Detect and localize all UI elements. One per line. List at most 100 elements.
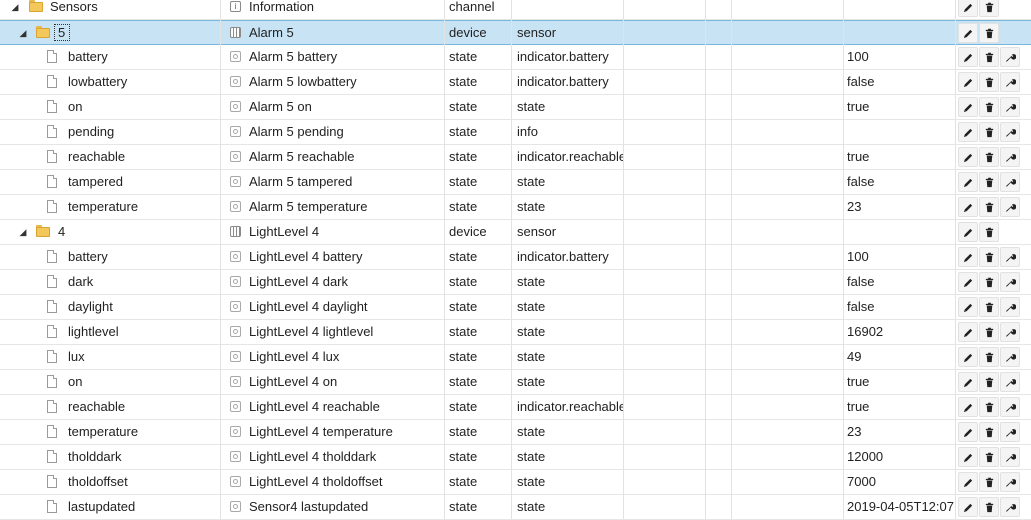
wrench-button[interactable]: [1000, 422, 1020, 442]
row-value: true: [847, 399, 870, 414]
table-row[interactable]: on Alarm 5 on state state true: [0, 95, 1031, 120]
table-row[interactable]: tholddark LightLevel 4 tholddark state stat…: [0, 445, 1031, 470]
table-row[interactable]: lowbattery Alarm 5 lowbattery state indicat…: [0, 70, 1031, 95]
pencil-button[interactable]: [958, 447, 978, 467]
row-role: state: [517, 499, 546, 514]
trash-icon: [984, 2, 995, 13]
pencil-button[interactable]: [958, 222, 978, 242]
pencil-button[interactable]: [958, 72, 978, 92]
wrench-button[interactable]: [1000, 197, 1020, 217]
wrench-button[interactable]: [1000, 72, 1020, 92]
trash-button[interactable]: [979, 247, 999, 267]
wrench-button[interactable]: [1000, 472, 1020, 492]
trash-button[interactable]: [979, 447, 999, 467]
file-icon: [47, 425, 57, 438]
table-row[interactable]: lux LightLevel 4 lux state state 49: [0, 345, 1031, 370]
trash-button[interactable]: [979, 272, 999, 292]
trash-button[interactable]: [979, 172, 999, 192]
trash-button[interactable]: [979, 23, 999, 43]
pencil-icon: [963, 452, 974, 463]
trash-button[interactable]: [979, 347, 999, 367]
pencil-button[interactable]: [958, 172, 978, 192]
pencil-button[interactable]: [958, 0, 978, 17]
trash-button[interactable]: [979, 0, 999, 17]
pencil-button[interactable]: [958, 297, 978, 317]
pencil-button[interactable]: [958, 347, 978, 367]
wrench-button[interactable]: [1000, 272, 1020, 292]
name-edit-focus[interactable]: [54, 24, 70, 41]
row-name: on: [68, 374, 83, 389]
row-value: 16902: [847, 324, 884, 339]
table-row[interactable]: daylight LightLevel 4 daylight state state f…: [0, 295, 1031, 320]
table-row[interactable]: tholdoffset LightLevel 4 tholdoffset state…: [0, 470, 1031, 495]
table-row[interactable]: ◢ 4 LightLevel 4 device sensor: [0, 220, 1031, 245]
trash-button[interactable]: [979, 72, 999, 92]
wrench-icon: [1005, 327, 1016, 338]
table-row[interactable]: pending Alarm 5 pending state info: [0, 120, 1031, 145]
table-row[interactable]: dark LightLevel 4 dark state state false: [0, 270, 1031, 295]
wrench-button[interactable]: [1000, 322, 1020, 342]
wrench-button[interactable]: [1000, 47, 1020, 67]
pencil-button[interactable]: [958, 497, 978, 517]
wrench-button[interactable]: [1000, 97, 1020, 117]
pencil-icon: [963, 427, 974, 438]
tree-row-sensors[interactable]: ◢ Sensors i Information channel: [0, 0, 1031, 20]
table-row[interactable]: on LightLevel 4 on state state true: [0, 370, 1031, 395]
table-row[interactable]: lightlevel LightLevel 4 lightlevel state st…: [0, 320, 1031, 345]
collapse-arrow-icon[interactable]: ◢: [17, 21, 29, 45]
pencil-button[interactable]: [958, 47, 978, 67]
pencil-button[interactable]: [958, 147, 978, 167]
collapse-arrow-icon[interactable]: ◢: [9, 0, 21, 19]
pencil-button[interactable]: [958, 122, 978, 142]
pencil-button[interactable]: [958, 397, 978, 417]
trash-button[interactable]: [979, 497, 999, 517]
row-name: temperature: [68, 199, 139, 214]
state-icon: [230, 351, 241, 362]
table-row[interactable]: battery LightLevel 4 battery state indicato…: [0, 245, 1031, 270]
wrench-button[interactable]: [1000, 372, 1020, 392]
trash-button[interactable]: [979, 472, 999, 492]
wrench-icon: [1005, 202, 1016, 213]
pencil-button[interactable]: [958, 97, 978, 117]
wrench-button[interactable]: [1000, 347, 1020, 367]
trash-button[interactable]: [979, 372, 999, 392]
table-row[interactable]: lastupdated Sensor4 lastupdated state state…: [0, 495, 1031, 520]
pencil-button[interactable]: [958, 372, 978, 392]
trash-button[interactable]: [979, 47, 999, 67]
pencil-button[interactable]: [958, 23, 978, 43]
pencil-button[interactable]: [958, 472, 978, 492]
table-row[interactable]: ◢ 5 Alarm 5 device sensor: [0, 20, 1031, 45]
pencil-button[interactable]: [958, 247, 978, 267]
wrench-button[interactable]: [1000, 397, 1020, 417]
trash-button[interactable]: [979, 97, 999, 117]
trash-button[interactable]: [979, 122, 999, 142]
table-row[interactable]: reachable LightLevel 4 reachable state indi…: [0, 395, 1031, 420]
pencil-button[interactable]: [958, 197, 978, 217]
pencil-button[interactable]: [958, 422, 978, 442]
trash-button[interactable]: [979, 297, 999, 317]
wrench-button[interactable]: [1000, 122, 1020, 142]
trash-button[interactable]: [979, 197, 999, 217]
trash-button[interactable]: [979, 147, 999, 167]
table-row[interactable]: tampered Alarm 5 tampered state state false: [0, 170, 1031, 195]
wrench-button[interactable]: [1000, 147, 1020, 167]
table-row[interactable]: reachable Alarm 5 reachable state indicator…: [0, 145, 1031, 170]
row-type: state: [449, 399, 478, 414]
trash-button[interactable]: [979, 422, 999, 442]
wrench-button[interactable]: [1000, 172, 1020, 192]
trash-button[interactable]: [979, 322, 999, 342]
pencil-button[interactable]: [958, 272, 978, 292]
table-row[interactable]: battery Alarm 5 battery state indicator.bat…: [0, 45, 1031, 70]
table-row[interactable]: temperature LightLevel 4 temperature state…: [0, 420, 1031, 445]
trash-button[interactable]: [979, 222, 999, 242]
wrench-button[interactable]: [1000, 497, 1020, 517]
pencil-button[interactable]: [958, 322, 978, 342]
wrench-button[interactable]: [1000, 447, 1020, 467]
row-type: state: [449, 349, 478, 364]
wrench-button[interactable]: [1000, 297, 1020, 317]
trash-button[interactable]: [979, 397, 999, 417]
table-row[interactable]: temperature Alarm 5 temperature state state…: [0, 195, 1031, 220]
wrench-button[interactable]: [1000, 247, 1020, 267]
pencil-icon: [963, 477, 974, 488]
collapse-arrow-icon[interactable]: ◢: [17, 220, 29, 244]
